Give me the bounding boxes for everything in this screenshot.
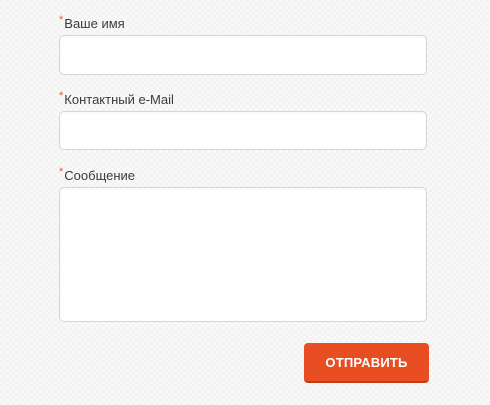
message-label: *Сообщение (59, 166, 136, 184)
required-marker: * (59, 14, 64, 26)
name-field[interactable] (59, 35, 427, 75)
message-label-text: Сообщение (64, 168, 136, 183)
email-label: *Контактный e-Mail (59, 90, 174, 108)
name-label-text: Ваше имя (64, 16, 125, 31)
email-field[interactable] (59, 111, 427, 150)
required-marker: * (59, 90, 64, 102)
message-field[interactable] (59, 187, 427, 322)
submit-button[interactable]: ОТПРАВИТЬ (304, 343, 429, 383)
contact-form: *Ваше имя *Контактный e-Mail *Сообщение … (59, 0, 429, 405)
required-marker: * (59, 166, 64, 178)
name-label: *Ваше имя (59, 14, 125, 32)
email-label-text: Контактный e-Mail (64, 92, 174, 107)
